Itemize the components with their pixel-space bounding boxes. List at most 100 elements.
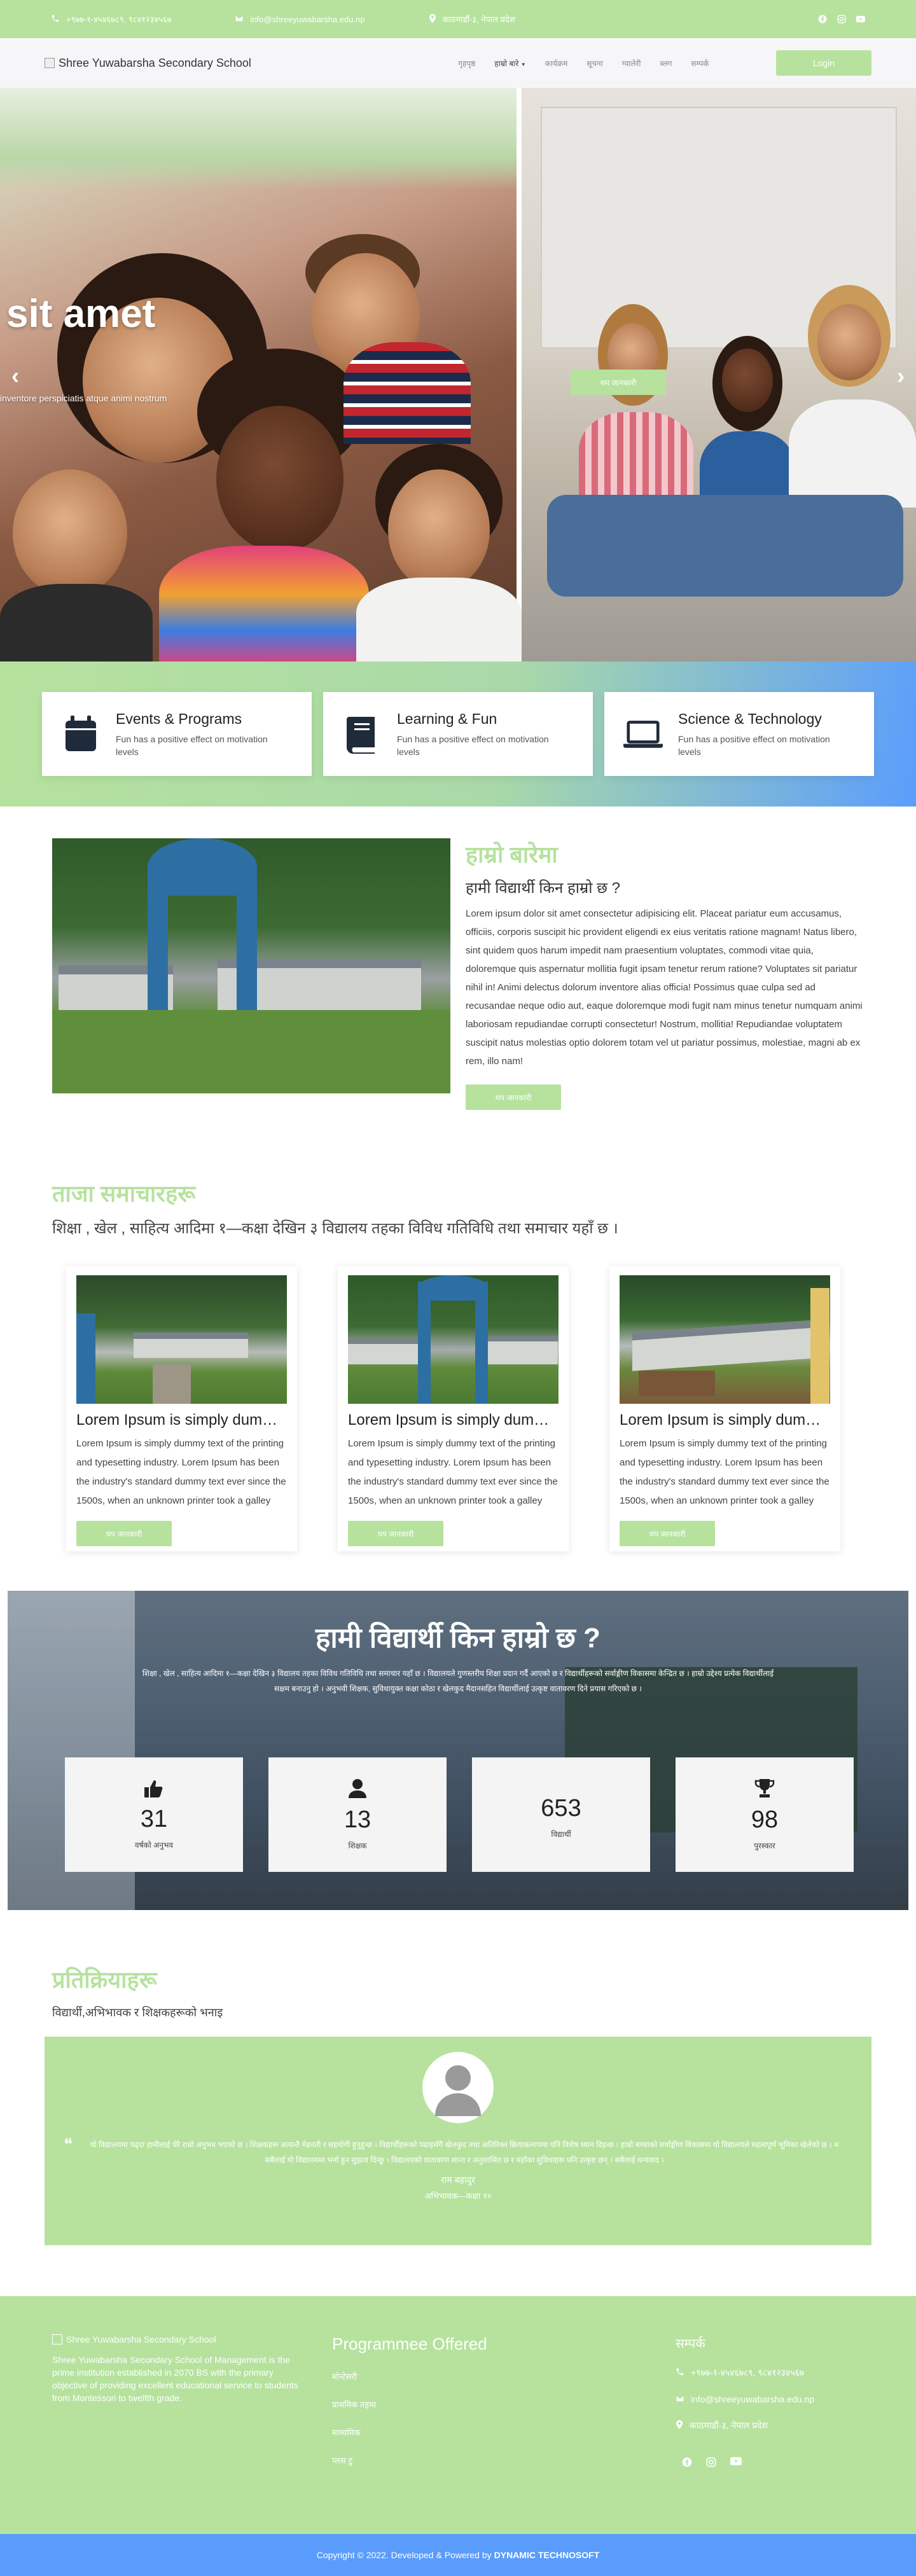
nav-item-programs[interactable]: कार्यक्रम: [545, 58, 568, 69]
footer-program-link[interactable]: माध्यमिक: [332, 2427, 650, 2438]
news-title: ताजा समाचारहरू: [52, 1181, 196, 1207]
nav-item-about[interactable]: हाम्रो बारे ▼: [494, 58, 525, 69]
hero-carousel: sit amet inventore perspiciatis atque an…: [0, 88, 916, 661]
social-links: [818, 15, 865, 24]
stat-value: 98: [751, 1806, 779, 1833]
about-more-button[interactable]: थप जानकारी: [466, 1084, 561, 1110]
topbar-email-text: info@shreeyuwabarsha.edu.np: [250, 14, 365, 24]
site-logo[interactable]: Shree Yuwabarsha Secondary School: [45, 57, 251, 70]
lawn-decor: [52, 1010, 450, 1093]
topbar-phone-text: +९७७-१-४५४६७८९, ९८४१२३४५६७: [66, 15, 172, 24]
feature-card: Science & Technology Fun has a positive …: [604, 692, 874, 776]
user-icon: [349, 1778, 366, 1801]
hero-decor: [579, 412, 693, 508]
news-card: Lorem Ipsum is simply dummy text Lorem I…: [66, 1266, 297, 1551]
topbar-phone[interactable]: +९७७-१-४५४६७८९, ९८४१२३४५६७: [51, 13, 171, 25]
footer-about-text: Shree Yuwabarsha Secondary School of Man…: [52, 2355, 298, 2403]
hero-slide-gap: [517, 88, 522, 661]
footer-programs-title: Programmee Offered: [332, 2334, 487, 2353]
hero-title: sit amet: [6, 292, 156, 336]
building-decor: [134, 1333, 248, 1358]
wall-decor: [810, 1288, 829, 1404]
broken-image-icon: [45, 58, 55, 68]
footer-address-text: काठमाडौं-३, नेपाल प्रदेश: [690, 2420, 768, 2430]
debris-decor: [639, 1371, 715, 1396]
facebook-icon[interactable]: [818, 15, 827, 24]
feature-title: Science & Technology: [678, 710, 822, 727]
topbar-address: काठमाडौं-३, नेपाल प्रदेश: [429, 13, 515, 25]
gate-decor: [148, 838, 257, 896]
school-gate-image: [52, 838, 450, 1093]
youtube-icon[interactable]: [730, 2457, 742, 2470]
top-bar: +९७७-१-४५४६७८९, ९८४१२३४५६७ info@shreeyuw…: [0, 0, 916, 38]
nav-item-home[interactable]: गृहपृष्ठ: [458, 58, 475, 69]
login-button[interactable]: Login: [776, 50, 871, 76]
news-card-image: [348, 1275, 559, 1404]
stat-box: 13 शिक्षक: [268, 1757, 447, 1872]
feature-title: Learning & Fun: [397, 710, 497, 727]
stat-box: 31 वर्षको अनुभव: [65, 1757, 243, 1872]
footer-program-link[interactable]: प्राथमिक तहमा: [332, 2399, 650, 2410]
news-card-title[interactable]: Lorem Ipsum is simply dummy text: [76, 1411, 287, 1429]
footer-contact-title: सम्पर्क: [676, 2337, 705, 2351]
developer-link[interactable]: DYNAMIC TECHNOSOFT: [494, 2550, 600, 2560]
building-decor: [348, 1339, 418, 1364]
about-question: हामी विद्यार्थी किन हाम्रो छ ?: [466, 880, 620, 897]
news-card-button[interactable]: थप जानकारी: [76, 1521, 172, 1546]
stat-value: 653: [541, 1795, 581, 1822]
site-logo-alt-text: Shree Yuwabarsha Secondary School: [59, 56, 251, 69]
building-decor: [488, 1336, 558, 1364]
news-card-image: [76, 1275, 287, 1404]
avatar: [422, 2052, 494, 2123]
feature-strip: Events & Programs Fun has a positive eff…: [0, 661, 916, 807]
news-card: Lorem Ipsum is simply dummy text Lorem I…: [609, 1266, 840, 1551]
location-pin-icon: [676, 2420, 683, 2431]
footer-program-link[interactable]: प्लस टु: [332, 2455, 650, 2466]
nav-item-gallery[interactable]: ग्यालेरी: [622, 58, 641, 69]
instagram-icon[interactable]: [837, 15, 846, 24]
news-card-button[interactable]: थप जानकारी: [620, 1521, 715, 1546]
news-card-list: Lorem Ipsum is simply dummy text Lorem I…: [52, 1266, 864, 1551]
news-subtitle: शिक्षा , खेल , साहित्य आदिमा १—कक्षा देख…: [52, 1220, 618, 1237]
instagram-icon[interactable]: [706, 2457, 716, 2470]
footer-phone-text: +९७७-१-४५४६७८९, ९८४१२३४५६७: [691, 2367, 805, 2378]
nav-item-contact[interactable]: सम्पर्क: [691, 58, 709, 69]
news-card-title[interactable]: Lorem Ipsum is simply dummy text: [620, 1411, 830, 1429]
trophy-icon: [754, 1778, 775, 1801]
hero-more-button[interactable]: थप जानकारी: [571, 370, 666, 395]
topbar-email[interactable]: info@shreeyuwabarsha.edu.np: [235, 14, 365, 24]
hero-subtitle: inventore perspiciatis atque animi nostr…: [0, 393, 167, 403]
youtube-icon[interactable]: [856, 15, 865, 24]
testimonial-subtitle: विद्यार्थी,अभिभावक र शिक्षकहरूको भनाइ: [52, 2006, 223, 2019]
hero-decor: [722, 349, 773, 412]
stat-value: 13: [344, 1806, 371, 1833]
hero-decor: [547, 495, 903, 597]
news-card-text: Lorem Ipsum is simply dummy text of the …: [620, 1438, 829, 1506]
testimonial-card: ❝ यो विद्यालयमा पढ्दा हामीलाई धेरै राम्र…: [45, 2037, 871, 2245]
gate-decor: [76, 1313, 95, 1404]
news-card-button[interactable]: थप जानकारी: [348, 1521, 443, 1546]
main-navigation: Shree Yuwabarsha Secondary School गृहपृष…: [0, 38, 916, 88]
news-card-image: [620, 1275, 830, 1404]
chevron-right-icon[interactable]: ›: [897, 363, 905, 389]
stats-title: हामी विद्यार्थी किन हाम्रो छ ?: [316, 1623, 600, 1654]
hero-decor: [216, 406, 344, 552]
footer-logo[interactable]: Shree Yuwabarsha Secondary School: [52, 2334, 307, 2344]
feature-text: Fun has a positive effect on motivation …: [397, 733, 549, 757]
hero-decor: [159, 546, 369, 661]
footer-email[interactable]: info@shreeyuwabarsha.edu.np: [676, 2394, 864, 2404]
path-decor: [153, 1364, 191, 1404]
footer-phone[interactable]: +९७७-१-४५४६७८९, ९८४१२३४५६७: [676, 2367, 864, 2379]
footer-program-link[interactable]: मोन्टेसरी: [332, 2371, 650, 2382]
footer: Shree Yuwabarsha Secondary School Shree …: [0, 2296, 916, 2534]
nav-item-notice[interactable]: सूचना: [586, 58, 603, 69]
building-decor: [632, 1319, 823, 1371]
laptop-icon: [623, 714, 663, 754]
facebook-icon[interactable]: [682, 2457, 692, 2470]
nav-item-blog[interactable]: ब्लग: [660, 58, 672, 69]
nav-item-about-label: हाम्रो बारे: [494, 59, 519, 68]
news-card-title[interactable]: Lorem Ipsum is simply dummy text: [348, 1411, 559, 1429]
chevron-left-icon[interactable]: ‹: [11, 363, 19, 389]
footer-address: काठमाडौं-३, नेपाल प्रदेश: [676, 2420, 864, 2432]
about-title: हाम्रो बारेमा: [466, 841, 558, 868]
